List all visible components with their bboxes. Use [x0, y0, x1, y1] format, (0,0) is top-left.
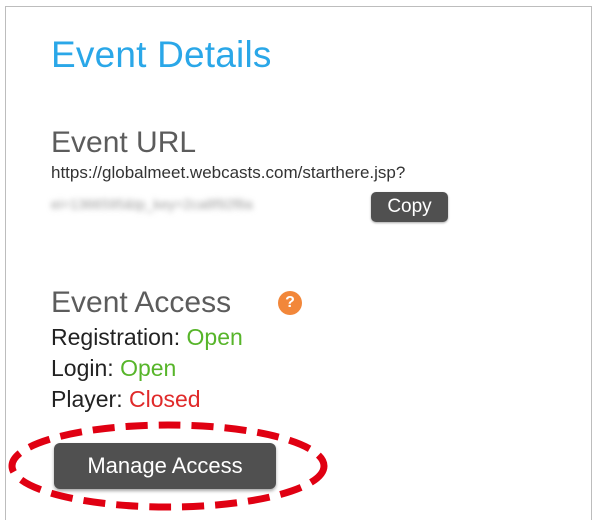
copy-button[interactable]: Copy [371, 192, 448, 222]
registration-value: Open [186, 324, 243, 350]
player-status: Player: Closed [51, 386, 201, 413]
event-access-heading: Event Access [51, 286, 232, 319]
event-url-heading: Event URL [51, 126, 197, 159]
login-label: Login: [51, 355, 114, 381]
player-label: Player: [51, 386, 123, 412]
login-value: Open [120, 355, 177, 381]
login-status: Login: Open [51, 355, 176, 382]
registration-status: Registration: Open [51, 324, 243, 351]
page-title: Event Details [51, 34, 272, 75]
manage-access-button[interactable]: Manage Access [54, 443, 276, 489]
help-icon[interactable]: ? [278, 291, 302, 315]
registration-label: Registration: [51, 324, 181, 350]
player-value: Closed [128, 386, 201, 412]
event-url-text: https://globalmeet.webcasts.com/starther… [51, 163, 406, 182]
event-url-blurred-text: ei=1366595&tp_key=2ca8f92f8a [51, 196, 253, 212]
